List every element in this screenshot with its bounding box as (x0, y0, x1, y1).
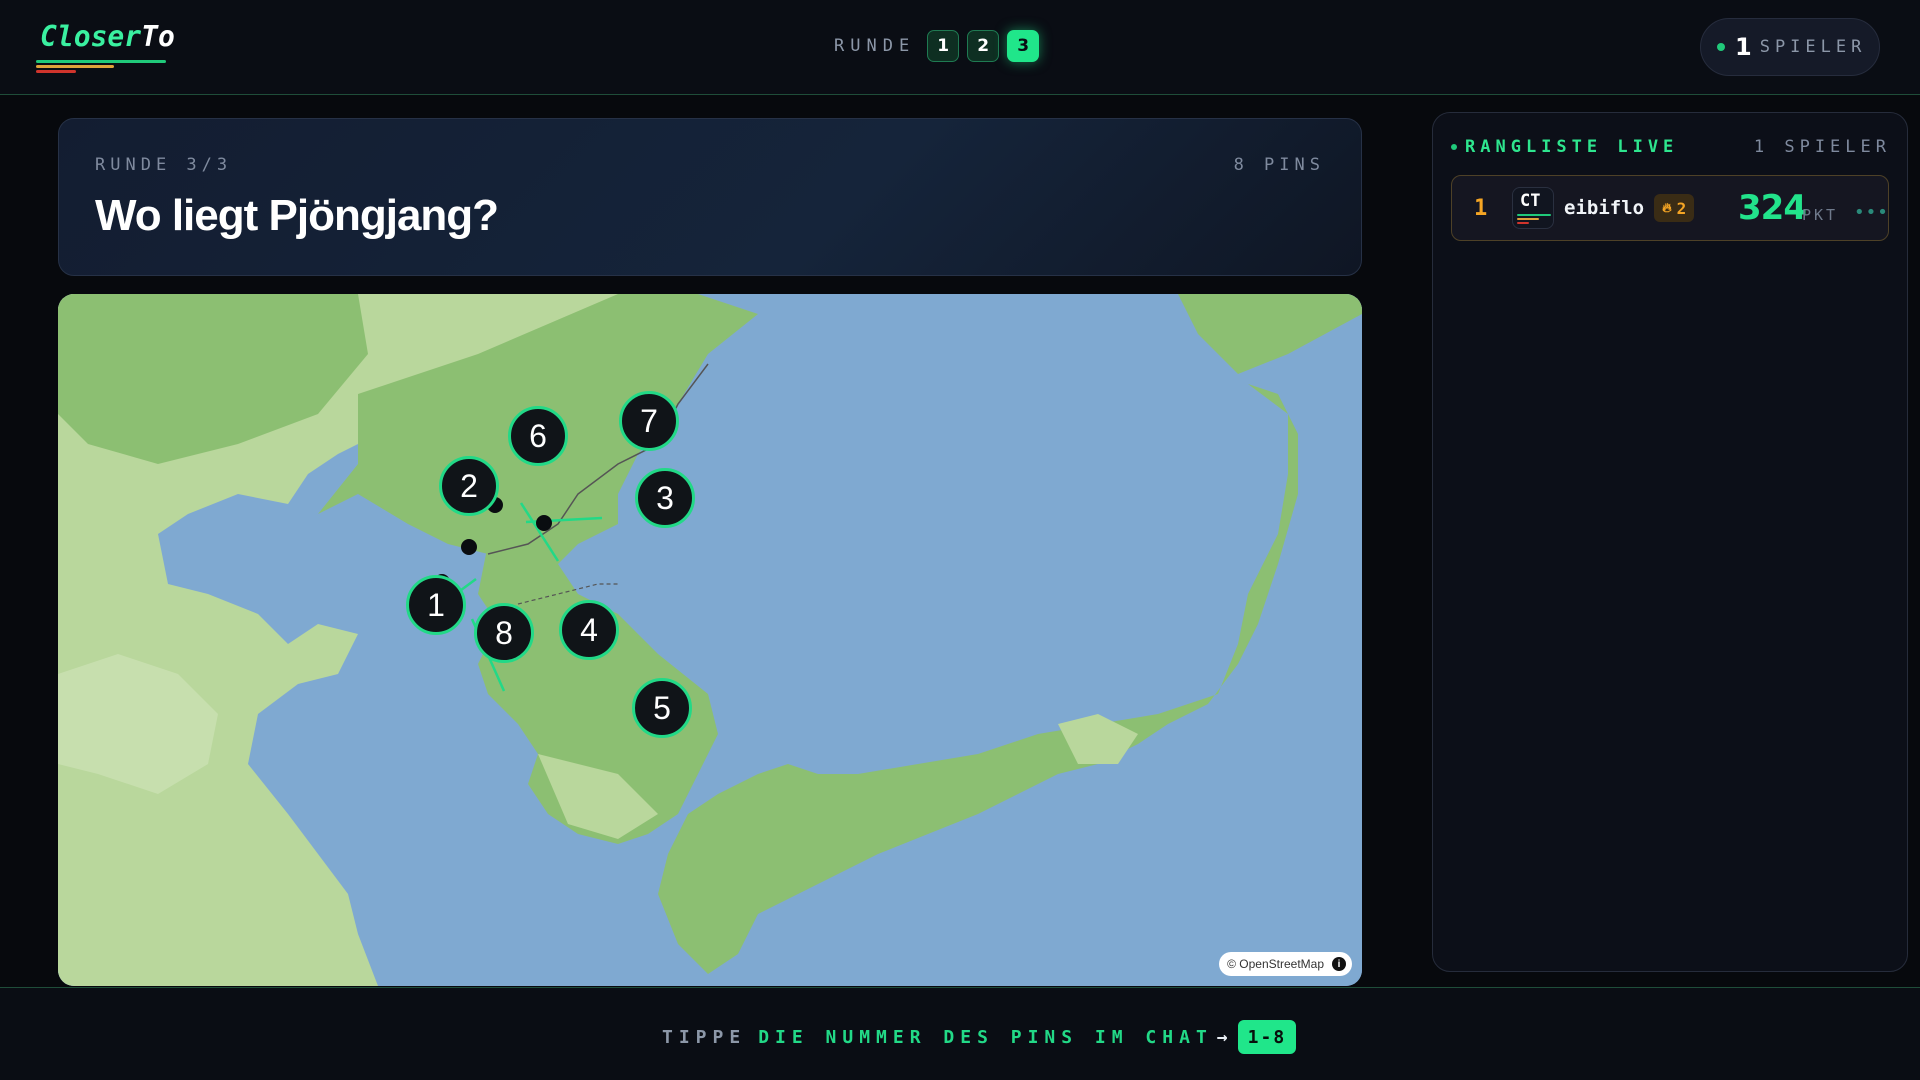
players-count: 1 (1735, 33, 1752, 61)
question-pin-count: 8 PINS (1233, 155, 1325, 175)
live-dot-icon (1451, 144, 1457, 150)
score-unit: PKT (1802, 206, 1839, 224)
rounds-label: RUNDE (834, 36, 916, 56)
map-pin-7[interactable]: 7 (619, 391, 679, 451)
logo-text: CloserTo (40, 20, 175, 53)
map-pin-3[interactable]: 3 (635, 468, 695, 528)
top-bar: CloserTo RUNDE 1 2 3 1 SPIELER (0, 0, 1920, 95)
avatar: CT (1512, 187, 1554, 229)
app-logo[interactable]: CloserTo (36, 20, 175, 73)
question-round: RUNDE 3/3 (95, 155, 233, 175)
round-pill-2: 2 (967, 30, 1000, 62)
map[interactable]: 1 2 3 4 5 6 7 8 © OpenStreetMap i (58, 294, 1362, 986)
pin-anchor (536, 515, 552, 531)
leaderboard-panel: RANGLISTE LIVE 1 SPIELER 1 CT eibiflo 🔥︎… (1432, 112, 1908, 972)
arrow-right-icon: → (1216, 1026, 1228, 1048)
question-card: RUNDE 3/3 8 PINS Wo liegt Pjöngjang? (58, 118, 1362, 276)
player-score: 324 (1738, 188, 1807, 228)
map-pin-4[interactable]: 4 (559, 600, 619, 660)
question-title: Wo liegt Pjöngjang? (95, 191, 499, 240)
hint-prefix: TIPPE (662, 1026, 747, 1048)
leaderboard-row[interactable]: 1 CT eibiflo 🔥︎ 2 324 PKT ••• (1451, 175, 1889, 241)
map-pin-5[interactable]: 5 (632, 678, 692, 738)
map-pin-6[interactable]: 6 (508, 406, 568, 466)
leaderboard-player-count: 1 SPIELER (1753, 137, 1891, 157)
map-attribution[interactable]: © OpenStreetMap i (1219, 952, 1352, 976)
attribution-text: © OpenStreetMap (1227, 957, 1324, 971)
streak-badge: 🔥︎ 2 (1654, 194, 1695, 222)
streak-count: 2 (1676, 198, 1687, 218)
round-pill-1: 1 (927, 30, 960, 62)
leaderboard-header: RANGLISTE LIVE 1 SPIELER (1451, 137, 1891, 157)
players-label: SPIELER (1759, 37, 1867, 57)
leaderboard-title: RANGLISTE LIVE (1465, 137, 1679, 157)
players-badge: 1 SPIELER (1700, 18, 1880, 76)
more-icon[interactable]: ••• (1854, 202, 1889, 223)
hint-main: DIE NUMMER DES PINS IM CHAT (758, 1026, 1213, 1048)
player-rank: 1 (1474, 195, 1488, 221)
online-dot-icon (1717, 43, 1725, 51)
map-pin-8[interactable]: 8 (474, 603, 534, 663)
logo-underline (36, 60, 166, 76)
pin-range-badge: 1-8 (1237, 1020, 1297, 1054)
bottom-bar: TIPPE DIE NUMMER DES PINS IM CHAT → 1-8 (0, 987, 1920, 1080)
chat-hint: TIPPE DIE NUMMER DES PINS IM CHAT → 1-8 (662, 1020, 1297, 1054)
map-pin-1[interactable]: 1 (406, 575, 466, 635)
round-pill-3: 3 (1007, 30, 1040, 62)
map-pin-2[interactable]: 2 (439, 456, 499, 516)
player-name: eibiflo (1564, 197, 1645, 219)
map-tiles (58, 294, 1362, 986)
round-indicator: RUNDE 1 2 3 (834, 30, 1047, 62)
info-icon[interactable]: i (1332, 957, 1346, 971)
flame-icon: 🔥︎ (1662, 200, 1672, 216)
avatar-initials: CT (1520, 191, 1541, 211)
pin-anchor (461, 539, 477, 555)
